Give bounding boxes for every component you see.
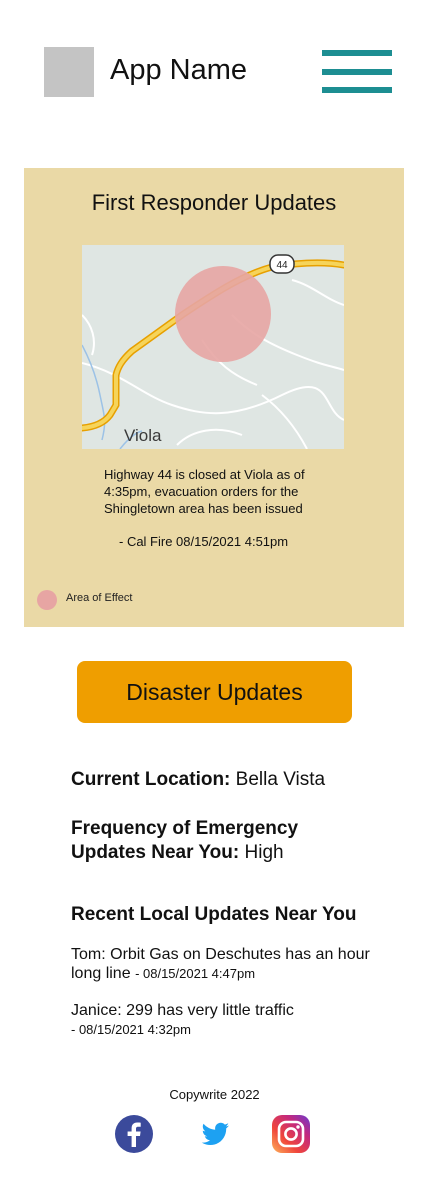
area-of-effect-legend-dot bbox=[37, 590, 57, 610]
update-timestamp: - 08/15/2021 4:47pm bbox=[135, 966, 256, 981]
legend-label: Area of Effect bbox=[66, 592, 133, 604]
incident-source: - Cal Fire 08/15/2021 4:51pm bbox=[119, 534, 289, 549]
card-title: First Responder Updates bbox=[91, 190, 337, 215]
update-frequency: Frequency of Emergency Updates Near You:… bbox=[71, 817, 298, 865]
current-location-value: Bella Vista bbox=[235, 769, 326, 790]
app-logo bbox=[44, 47, 94, 97]
map-graphic: 44 Viola bbox=[82, 245, 344, 449]
first-responder-card: First Responder Updates 44 Viola Highway… bbox=[24, 168, 404, 627]
instagram-icon[interactable] bbox=[271, 1114, 311, 1154]
list-item: Tom: Orbit Gas on Deschutes has an hour … bbox=[71, 945, 401, 983]
facebook-icon[interactable] bbox=[114, 1114, 154, 1154]
list-item: Janice: 299 has very little traffic - 08… bbox=[71, 1001, 401, 1039]
map-place-label: Viola bbox=[124, 426, 162, 445]
incident-map[interactable]: 44 Viola bbox=[82, 245, 344, 449]
twitter-icon[interactable] bbox=[195, 1114, 235, 1154]
frequency-label-line2: Updates Near You: bbox=[71, 842, 240, 863]
recent-updates-heading: Recent Local Updates Near You bbox=[71, 904, 357, 925]
disaster-updates-button[interactable]: Disaster Updates bbox=[77, 661, 352, 723]
app-name: App Name bbox=[110, 54, 248, 86]
current-location: Current Location: Bella Vista bbox=[71, 768, 325, 792]
incident-message: Highway 44 is closed at Viola as of 4:35… bbox=[104, 467, 305, 516]
current-location-label: Current Location: bbox=[71, 769, 231, 790]
frequency-label-line1: Frequency of Emergency bbox=[71, 818, 299, 839]
route-shield: 44 bbox=[276, 260, 288, 271]
frequency-value: High bbox=[244, 842, 284, 863]
update-text-continued: long line bbox=[71, 965, 131, 982]
update-text: Tom: Orbit Gas on Deschutes has an hour bbox=[71, 946, 370, 963]
hamburger-icon[interactable] bbox=[322, 50, 392, 94]
copyright: Copywrite 2022 bbox=[169, 1087, 260, 1102]
update-text: Janice: 299 has very little traffic bbox=[71, 1002, 294, 1019]
update-timestamp: - 08/15/2021 4:32pm bbox=[71, 1022, 191, 1037]
